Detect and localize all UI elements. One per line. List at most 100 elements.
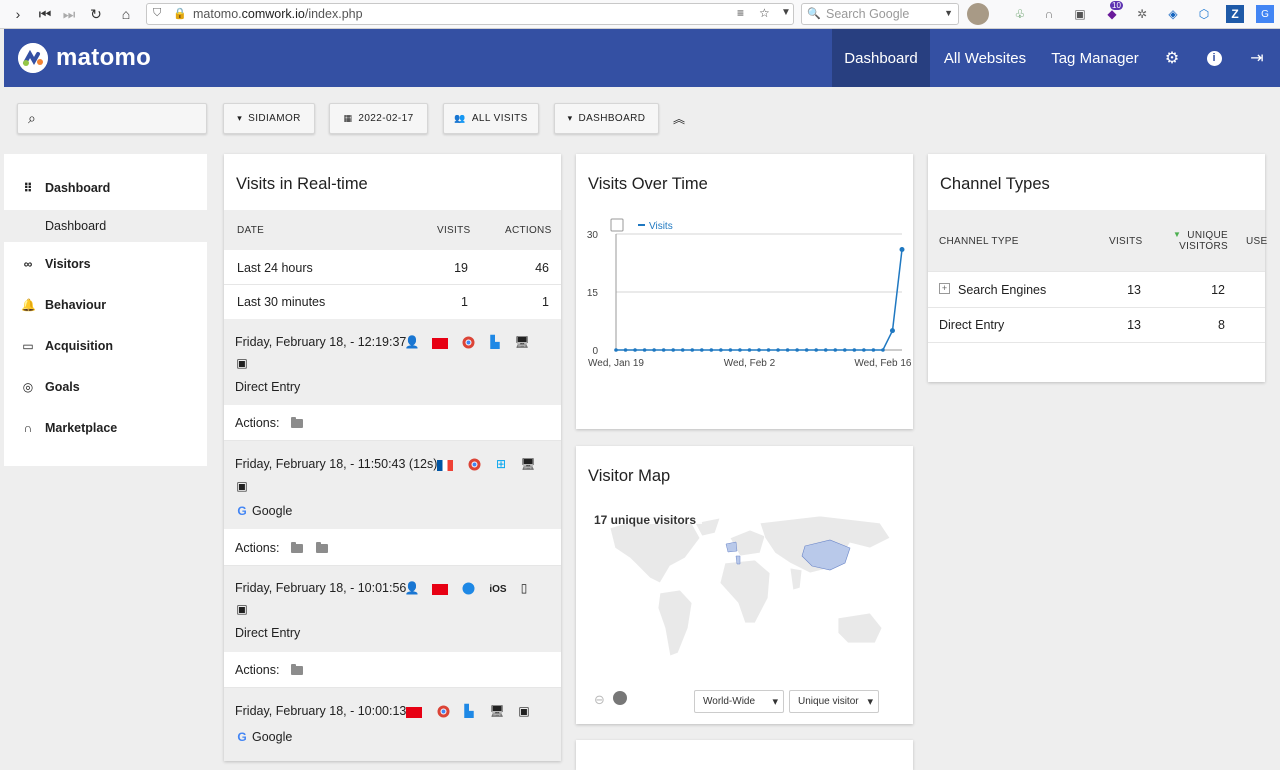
- sidebar-item-goals[interactable]: ◎ Goals: [4, 372, 207, 402]
- actions-label: Actions:: [235, 663, 280, 677]
- y-tick-label: 30: [587, 230, 599, 241]
- row-visits: 13: [1127, 318, 1141, 332]
- visitor-card-icon[interactable]: ▣: [516, 704, 532, 718]
- matomo-logo[interactable]: matomo: [18, 43, 151, 73]
- reader-icon[interactable]: ≡: [737, 6, 744, 20]
- metric-select[interactable]: Unique visitor: [789, 690, 879, 713]
- chart-type-icon: [610, 218, 624, 232]
- folder-icon[interactable]: [290, 664, 303, 676]
- line-chart[interactable]: 0 15 30 Visits Wed, Jan 19 Wed, Feb 2 Wed, Feb…: [576, 214, 913, 394]
- visitor-card-icon[interactable]: ▣: [234, 479, 250, 493]
- col-header-visits[interactable]: VISITS: [437, 225, 470, 236]
- data-point: [652, 348, 656, 352]
- extension-badge-icon[interactable]: ◆ 10: [1103, 1, 1123, 23]
- bookmark-icon[interactable]: ☆: [759, 6, 770, 20]
- sidebar-item-label: Marketplace: [45, 421, 118, 435]
- search-placeholder: Search Google: [826, 7, 910, 21]
- nav-tag-manager[interactable]: Tag Manager: [1044, 29, 1146, 87]
- data-point: [804, 348, 809, 352]
- extension-translate-icon[interactable]: G: [1256, 5, 1274, 23]
- reload-icon[interactable]: ↻: [84, 2, 108, 26]
- visit-item[interactable]: [224, 688, 561, 761]
- extension-cube-icon[interactable]: ◈: [1164, 5, 1182, 23]
- flag-tunisia-icon: [432, 582, 448, 596]
- extension-arch-icon[interactable]: ∩: [1040, 5, 1058, 23]
- sidebar-item-acquisition[interactable]: ▭ Acquisition: [4, 331, 207, 361]
- data-point: [680, 348, 685, 352]
- sidebar-subitem-dashboard[interactable]: Dashboard: [4, 210, 207, 242]
- map-summary: 17 unique visitors: [594, 513, 697, 527]
- sidebar: ⠿ Dashboard Dashboard ∞ Visitors 🔔 Behaviou…: [4, 154, 207, 466]
- visitor-profile-icon[interactable]: 👤: [404, 581, 420, 595]
- sidebar-item-behaviour[interactable]: 🔔 Behaviour: [4, 290, 207, 320]
- channel-types-widget: Channel Types CHANNEL TYPE VISITS ▼ UNIQ…: [928, 154, 1267, 382]
- col-header-unique[interactable]: UNIQUE VISITORS: [1178, 230, 1228, 252]
- row-label[interactable]: Search Engines: [958, 283, 1046, 297]
- info-icon[interactable]: i: [1204, 48, 1224, 68]
- segment-selector[interactable]: 👥 ALL VISITS: [443, 103, 539, 134]
- site-selector[interactable]: ▾ SIDIAMOR: [223, 103, 315, 134]
- world-map[interactable]: [590, 508, 900, 668]
- col-header-date[interactable]: DATE: [237, 225, 264, 236]
- extension-puzzle-icon[interactable]: ♧: [1011, 5, 1029, 23]
- search-bar[interactable]: Search Google 🔍 ▼: [801, 3, 959, 25]
- region-select[interactable]: World-Wide: [694, 690, 784, 713]
- data-point: [690, 348, 695, 352]
- extension-z-icon[interactable]: Z: [1226, 5, 1244, 23]
- row-actions: 1: [542, 295, 549, 309]
- gear-icon[interactable]: ⚙: [1162, 48, 1182, 68]
- data-point: [785, 348, 790, 352]
- row-label: Last 30 minutes: [237, 295, 326, 309]
- sidebar-item-visitors[interactable]: ∞ Visitors: [4, 249, 207, 279]
- sidebar-item-dashboard[interactable]: ⠿ Dashboard: [4, 173, 207, 203]
- col-header-channel[interactable]: CHANNEL TYPE: [939, 236, 1019, 247]
- date-selector[interactable]: ▦ 2022-02-17: [329, 103, 428, 134]
- home-icon[interactable]: ⌂: [114, 2, 138, 26]
- col-header-users[interactable]: USE: [1246, 236, 1267, 247]
- realtime-widget: Visits in Real-time DATE VISITS ACTIONS …: [224, 154, 561, 761]
- globe-icon[interactable]: [613, 691, 627, 705]
- widget-title: Visits in Real-time: [236, 175, 368, 193]
- zoom-out-icon[interactable]: ⊖: [594, 692, 605, 708]
- widget-title: Visits Over Time: [588, 175, 708, 193]
- sidebar-item-label: Behaviour: [45, 298, 107, 312]
- expand-icon[interactable]: +: [939, 283, 950, 294]
- profile-avatar-icon[interactable]: [967, 3, 989, 25]
- matomo-header: matomo Dashboard All Websites Tag Manage…: [4, 29, 1280, 87]
- row-visits: 1: [461, 295, 468, 309]
- dashboard-selector[interactable]: ▾ DASHBOARD: [554, 103, 659, 134]
- extension-gear-icon[interactable]: ✲: [1133, 5, 1151, 23]
- visit-referrer: Google: [252, 504, 293, 518]
- extension-shield-icon[interactable]: ▣: [1071, 5, 1089, 23]
- nav-all-websites[interactable]: All Websites: [934, 29, 1036, 87]
- bell-icon: 🔔: [21, 298, 36, 312]
- folder-icon[interactable]: [315, 542, 328, 554]
- visit-referrer: Google: [252, 730, 293, 744]
- next-widget: [576, 740, 913, 770]
- chevron-down-icon[interactable]: ▼: [781, 7, 791, 18]
- logout-icon[interactable]: ⇥: [1247, 48, 1267, 68]
- visitor-profile-icon[interactable]: 👤: [404, 335, 420, 349]
- extension-hex-icon[interactable]: ⬡: [1195, 5, 1213, 23]
- chrome-icon: [435, 704, 451, 718]
- macos-finder-icon: ▙: [490, 335, 500, 349]
- col-header-actions[interactable]: ACTIONS: [505, 225, 552, 236]
- visitor-card-icon[interactable]: ▣: [234, 356, 250, 370]
- data-point: [889, 328, 895, 334]
- visitor-card-icon[interactable]: ▣: [234, 602, 250, 616]
- folder-icon[interactable]: [290, 417, 303, 429]
- search-input[interactable]: ⌕: [17, 103, 207, 134]
- chevron-down-icon[interactable]: ▼: [944, 8, 953, 18]
- col-header-visits[interactable]: VISITS: [1109, 236, 1142, 247]
- forward-icon[interactable]: ⏭: [57, 2, 81, 26]
- url-text: matomo.comwork.io/index.php: [193, 7, 363, 21]
- sidebar-toggle-icon[interactable]: ›: [6, 2, 30, 26]
- url-bar[interactable]: ⛉ 🔒 matomo.comwork.io/index.php ≡ ☆ ▼: [146, 3, 794, 25]
- collapse-icon[interactable]: ︽: [673, 110, 685, 127]
- row-label[interactable]: Direct Entry: [939, 318, 1004, 332]
- folder-icon[interactable]: [290, 542, 303, 554]
- data-point: [814, 348, 818, 352]
- nav-dashboard[interactable]: Dashboard: [832, 29, 930, 87]
- back-icon[interactable]: ⏮: [33, 2, 57, 26]
- sidebar-item-marketplace[interactable]: ∩ Marketplace: [4, 413, 207, 443]
